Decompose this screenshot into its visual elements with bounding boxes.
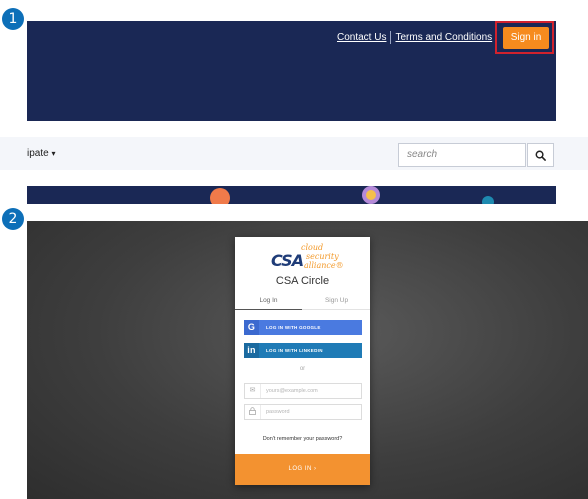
password-placeholder: password — [266, 409, 290, 415]
login-card: CSA cloud security alliance® CSA Circle … — [235, 237, 370, 485]
mail-icon: ✉ — [245, 384, 261, 398]
logo-abbrev: CSA — [271, 251, 304, 270]
link-separator — [390, 31, 392, 44]
tab-divider — [302, 309, 370, 310]
email-placeholder: yours@example.com — [266, 388, 318, 394]
linkedin-login-label: LOG IN WITH LINKEDIN — [266, 348, 323, 353]
decorative-orb-yellow — [366, 190, 376, 200]
google-icon: G — [244, 320, 259, 335]
terms-link[interactable]: Terms and Conditions — [395, 32, 492, 43]
decorative-orb-teal — [482, 196, 494, 204]
hero-banner — [27, 186, 556, 204]
google-login-button[interactable]: G LOG IN WITH GOOGLE — [244, 320, 362, 335]
password-field[interactable]: password — [244, 404, 362, 420]
tab-login[interactable]: Log In — [235, 297, 302, 304]
header-links: Contact Us Terms and Conditions — [337, 31, 492, 44]
sign-in-button[interactable]: Sign in — [503, 27, 549, 49]
linkedin-icon: in — [244, 343, 259, 358]
search-input[interactable]: search — [398, 143, 526, 167]
chevron-down-icon: ▾ — [51, 149, 56, 158]
card-title: CSA Circle — [275, 275, 330, 287]
tab-active-indicator — [235, 309, 302, 310]
csa-logo: CSA cloud security alliance® — [271, 241, 344, 275]
step-1-badge: 1 — [2, 8, 24, 30]
logo-line-3: alliance® — [304, 261, 344, 270]
or-divider: or — [299, 366, 306, 372]
linkedin-login-button[interactable]: in LOG IN WITH LINKEDIN — [244, 343, 362, 358]
nav-item-label: ipate — [27, 148, 49, 159]
forgot-password-link[interactable]: Don't remember your password? — [235, 436, 370, 442]
google-login-label: LOG IN WITH GOOGLE — [266, 325, 321, 330]
logo-line-1: cloud — [301, 243, 324, 252]
contact-us-link[interactable]: Contact Us — [337, 32, 386, 43]
search-icon — [535, 150, 546, 161]
search-button[interactable] — [527, 143, 554, 167]
lock-icon — [245, 405, 261, 419]
nav-item-participate[interactable]: ipate ▾ — [27, 148, 55, 159]
step-2-badge: 2 — [2, 208, 24, 230]
logo-line-2: security — [306, 252, 339, 261]
log-in-button[interactable]: LOG IN › — [235, 454, 370, 485]
tab-signup[interactable]: Sign Up — [303, 297, 370, 304]
decorative-orb-orange — [210, 188, 230, 204]
email-field[interactable]: ✉ yours@example.com — [244, 383, 362, 399]
